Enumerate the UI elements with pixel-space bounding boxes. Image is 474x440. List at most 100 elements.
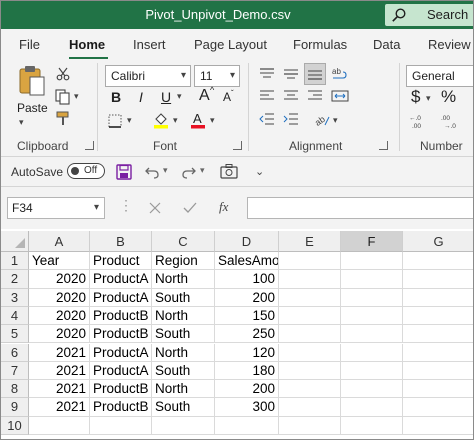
increase-indent-icon[interactable] (283, 111, 299, 127)
middle-align-icon[interactable] (283, 67, 299, 81)
empty-cell[interactable] (341, 398, 403, 417)
data-cell[interactable]: 2020 (29, 325, 90, 344)
empty-cell[interactable] (341, 270, 403, 289)
empty-cell[interactable] (279, 306, 341, 326)
data-cell[interactable]: North (152, 270, 215, 289)
undo-icon[interactable] (144, 164, 160, 180)
row-header-4[interactable]: 4 (1, 306, 29, 326)
empty-cell[interactable] (403, 380, 473, 399)
align-left-icon[interactable] (259, 89, 275, 103)
empty-cell[interactable] (403, 270, 473, 289)
borders-icon[interactable] (107, 113, 123, 129)
select-all-corner[interactable] (1, 231, 29, 252)
font-color-icon[interactable]: A (189, 111, 207, 129)
data-cell[interactable]: 2021 (29, 343, 90, 362)
format-painter-icon[interactable] (55, 111, 71, 127)
data-cell[interactable]: ProductA (90, 270, 152, 289)
empty-cell[interactable] (403, 288, 473, 307)
name-box[interactable]: F34 ▾ (7, 197, 105, 219)
column-header-f[interactable]: F (341, 231, 403, 252)
save-icon[interactable] (116, 164, 132, 180)
column-header-e[interactable]: E (279, 231, 341, 252)
empty-cell[interactable] (403, 398, 473, 417)
header-cell[interactable]: Product (90, 252, 152, 271)
data-cell[interactable]: 2020 (29, 288, 90, 307)
increase-decimal-icon[interactable]: ←.0 .00 (409, 113, 431, 129)
camera-icon[interactable] (220, 163, 238, 180)
empty-cell[interactable] (403, 343, 473, 362)
shrink-font-button[interactable]: A (223, 90, 231, 104)
more-options-icon[interactable]: ⋮ (119, 197, 133, 214)
empty-cell[interactable] (279, 380, 341, 399)
orientation-icon[interactable]: ab (313, 111, 331, 127)
row-header-2[interactable]: 2 (1, 270, 29, 289)
bottom-align-button[interactable] (304, 63, 326, 85)
tab-home[interactable]: Home (69, 37, 105, 52)
row-header-9[interactable]: 9 (1, 398, 29, 417)
header-cell[interactable]: Region (152, 252, 215, 271)
empty-cell[interactable] (403, 306, 473, 326)
data-cell[interactable]: North (152, 343, 215, 362)
font-name-dropdown[interactable]: Calibri ▾ (105, 65, 191, 87)
fill-color-chevron-icon[interactable]: ▾ (173, 115, 178, 126)
cut-icon[interactable] (56, 67, 70, 81)
tab-data[interactable]: Data (373, 37, 400, 52)
insert-function-icon[interactable]: fx (219, 199, 228, 215)
fill-color-icon[interactable] (152, 111, 170, 129)
currency-button[interactable]: $ (411, 87, 420, 107)
row-header-6[interactable]: 6 (1, 343, 29, 362)
formula-input[interactable] (247, 197, 473, 219)
column-header-a[interactable]: A (29, 231, 90, 252)
borders-chevron-icon[interactable]: ▾ (127, 115, 132, 126)
align-center-icon[interactable] (283, 89, 299, 103)
empty-cell[interactable] (341, 306, 403, 326)
data-cell[interactable]: ProductB (90, 380, 152, 399)
empty-cell[interactable] (341, 252, 403, 271)
data-cell[interactable]: ProductA (90, 343, 152, 362)
empty-cell[interactable] (279, 252, 341, 271)
data-cell[interactable]: 200 (215, 288, 279, 307)
empty-cell[interactable] (279, 361, 341, 381)
data-cell[interactable]: 150 (215, 306, 279, 326)
data-cell[interactable]: 180 (215, 361, 279, 381)
data-cell[interactable]: South (152, 288, 215, 307)
font-color-chevron-icon[interactable]: ▾ (210, 115, 215, 126)
bold-button[interactable]: B (111, 89, 121, 105)
tab-page-layout[interactable]: Page Layout (194, 37, 267, 52)
empty-cell[interactable] (341, 288, 403, 307)
number-format-dropdown[interactable]: General (406, 65, 473, 87)
data-cell[interactable]: 200 (215, 380, 279, 399)
empty-cell[interactable] (341, 343, 403, 362)
enter-check-icon[interactable] (183, 202, 197, 214)
tab-review[interactable]: Review (428, 37, 471, 52)
paste-chevron-icon[interactable]: ▾ (19, 117, 24, 128)
copy-icon[interactable] (55, 89, 71, 105)
data-cell[interactable]: 100 (215, 270, 279, 289)
empty-cell[interactable] (403, 361, 473, 381)
grow-font-button[interactable]: A (199, 87, 210, 105)
data-cell[interactable]: ProductB (90, 325, 152, 344)
tab-insert[interactable]: Insert (133, 37, 166, 52)
percent-button[interactable]: % (441, 87, 456, 107)
font-launcher-icon[interactable] (233, 141, 242, 150)
empty-cell[interactable] (29, 416, 90, 435)
customize-qat-icon[interactable]: ⌄ (255, 165, 264, 178)
decrease-indent-icon[interactable] (259, 111, 275, 127)
underline-chevron-icon[interactable]: ▾ (177, 91, 182, 102)
copy-chevron-icon[interactable]: ▾ (74, 91, 79, 102)
data-cell[interactable]: 300 (215, 398, 279, 417)
decrease-decimal-icon[interactable]: .00 →.0 (441, 113, 463, 129)
row-header-3[interactable]: 3 (1, 288, 29, 307)
row-header-5[interactable]: 5 (1, 325, 29, 344)
data-cell[interactable]: North (152, 306, 215, 326)
data-cell[interactable]: 2021 (29, 398, 90, 417)
font-size-dropdown[interactable]: 11 ▾ (194, 65, 240, 87)
data-cell[interactable]: South (152, 398, 215, 417)
alignment-launcher-icon[interactable] (379, 141, 388, 150)
empty-cell[interactable] (341, 325, 403, 344)
tab-formulas[interactable]: Formulas (293, 37, 347, 52)
redo-icon[interactable] (181, 164, 197, 180)
data-cell[interactable]: ProductB (90, 306, 152, 326)
paste-icon[interactable] (17, 65, 47, 97)
empty-cell[interactable] (403, 325, 473, 344)
